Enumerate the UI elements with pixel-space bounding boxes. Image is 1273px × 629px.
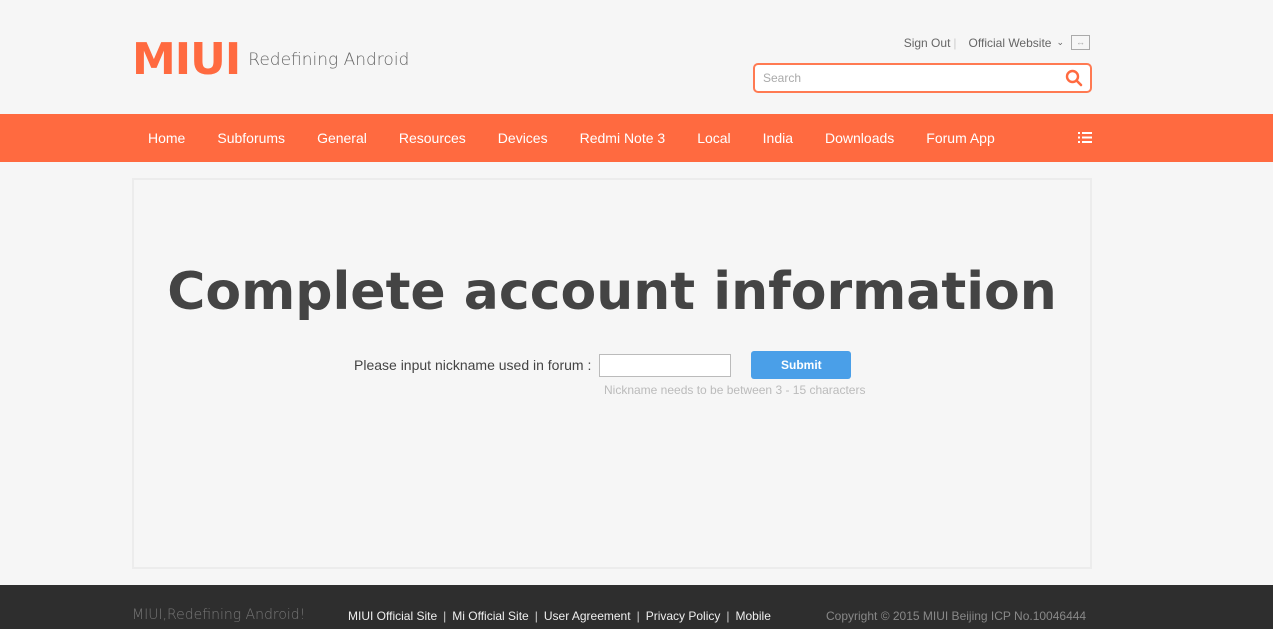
footer-links: MIUI Official Site | Mi Official Site | User… — [348, 609, 771, 623]
footer-link-privacy-policy[interactable]: Privacy Policy — [646, 609, 721, 623]
footer-link-user-agreement[interactable]: User Agreement — [544, 609, 631, 623]
nickname-row: Please input nickname used in forum : Su… — [354, 351, 852, 379]
footer-link-mobile[interactable]: Mobile — [736, 609, 771, 623]
top-links: Sign Out | Official Website ⌄ ↔ — [904, 35, 1090, 50]
nav-devices[interactable]: Devices — [482, 130, 564, 146]
nav-forum-app[interactable]: Forum App — [910, 130, 1010, 146]
logo-mark: MIUI — [132, 34, 241, 85]
search-box — [753, 63, 1092, 93]
nav-general[interactable]: General — [301, 130, 383, 146]
nav-home[interactable]: Home — [132, 130, 201, 146]
footer: MIUI,Redefining Android! MIUI Official S… — [0, 585, 1273, 629]
nav-resources[interactable]: Resources — [383, 130, 482, 146]
main-nav: Home Subforums General Resources Devices… — [0, 114, 1273, 162]
official-website-dropdown[interactable]: Official Website — [969, 36, 1052, 50]
nickname-label: Please input nickname used in forum : — [354, 357, 592, 373]
copyright: Copyright © 2015 MIUI Beijing ICP No.100… — [826, 609, 1087, 623]
list-menu-icon[interactable] — [1078, 131, 1092, 144]
chevron-down-icon: ⌄ — [1056, 37, 1064, 47]
nav-india[interactable]: India — [747, 130, 809, 146]
submit-button[interactable]: Submit — [751, 351, 852, 379]
footer-link-miui-official-site[interactable]: MIUI Official Site — [348, 609, 437, 623]
footer-link-mi-official-site[interactable]: Mi Official Site — [452, 609, 528, 623]
logo[interactable]: MIUI Redefining Android — [132, 38, 409, 82]
nickname-input[interactable] — [599, 353, 732, 377]
nickname-hint: Nickname needs to be between 3 - 15 char… — [604, 383, 866, 397]
page-title: Complete account information — [167, 262, 1057, 322]
account-info-panel: Complete account information Please inpu… — [132, 178, 1092, 569]
expand-width-icon[interactable]: ↔ — [1071, 35, 1090, 50]
separator: | — [953, 35, 957, 50]
search-input[interactable] — [755, 65, 1045, 91]
sign-out-link[interactable]: Sign Out — [904, 36, 951, 50]
nav-subforums[interactable]: Subforums — [201, 130, 301, 146]
logo-tagline: Redefining Android — [248, 50, 410, 70]
search-icon[interactable] — [1065, 69, 1083, 87]
nav-downloads[interactable]: Downloads — [809, 130, 910, 146]
nav-local[interactable]: Local — [681, 130, 746, 146]
nav-redmi-note-3[interactable]: Redmi Note 3 — [564, 130, 682, 146]
footer-slogan: MIUI,Redefining Android! — [132, 607, 306, 623]
